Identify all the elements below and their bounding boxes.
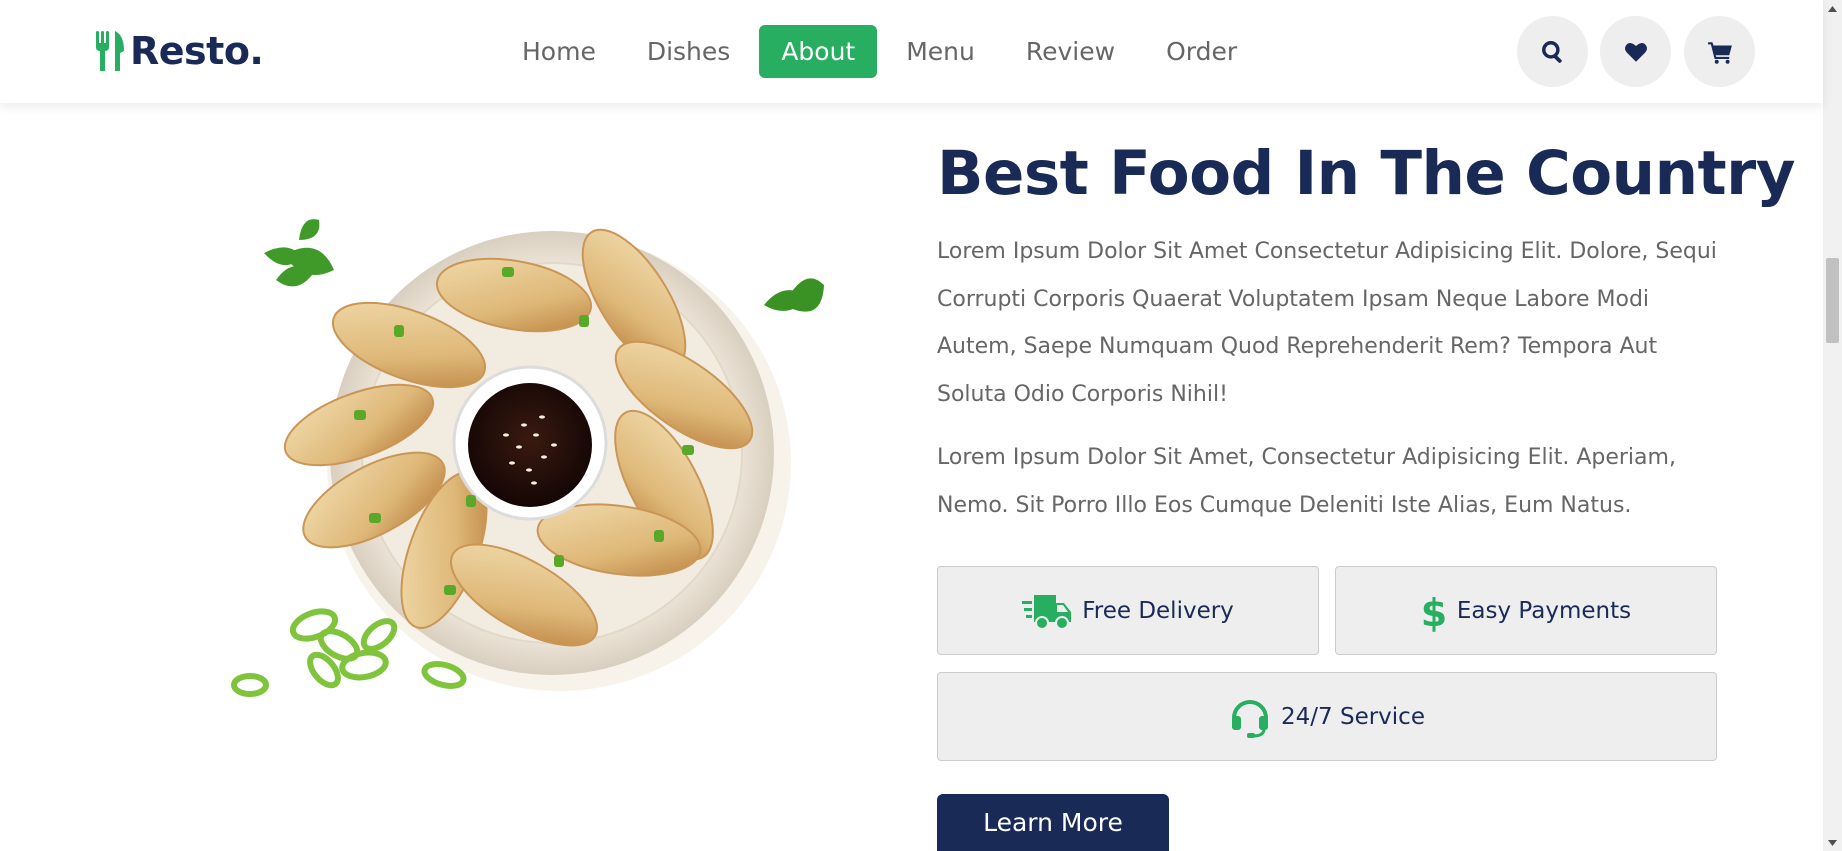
- scroll-down-arrow-icon[interactable]: [1823, 834, 1842, 851]
- dumplings-plate-image: [231, 219, 824, 697]
- feature-24-7-service: 24/7 Service: [937, 672, 1717, 761]
- about-paragraph-1: Lorem Ipsum Dolor Sit Amet Consectetur A…: [937, 239, 1717, 407]
- nav-review[interactable]: Review: [1004, 25, 1137, 78]
- svg-text:$: $: [1421, 591, 1447, 632]
- logo[interactable]: Resto.: [94, 26, 264, 76]
- headset-icon: [1232, 699, 1269, 738]
- cart-icon: [1707, 41, 1732, 64]
- feature-easy-payments: $ Easy Payments: [1335, 566, 1717, 655]
- dollar-icon: $: [1421, 591, 1447, 632]
- utensils-icon: [96, 31, 124, 71]
- nav-home[interactable]: Home: [500, 25, 618, 78]
- feature-label: 24/7 Service: [1281, 703, 1425, 730]
- about-paragraph-2: Lorem Ipsum Dolor Sit Amet, Consectetur …: [937, 445, 1676, 518]
- search-button[interactable]: [1517, 16, 1588, 87]
- cart-button[interactable]: [1684, 16, 1755, 87]
- nav-dishes[interactable]: Dishes: [625, 25, 752, 78]
- favorites-button[interactable]: [1600, 16, 1671, 87]
- about-content: Best Food In The Country Lorem Ipsum Dol…: [937, 130, 1796, 529]
- learn-more-button[interactable]: Learn More: [937, 794, 1169, 851]
- feature-label: Free Delivery: [1082, 597, 1234, 624]
- site-header: Resto. Home Dishes About Menu Review Ord…: [0, 0, 1823, 103]
- main-nav: Home Dishes About Menu Review Order: [500, 25, 1266, 78]
- nav-about[interactable]: About: [759, 25, 878, 78]
- scroll-up-arrow-icon[interactable]: [1823, 0, 1842, 17]
- truck-icon: [1022, 594, 1072, 630]
- nav-order[interactable]: Order: [1144, 25, 1259, 78]
- nav-menu[interactable]: Menu: [884, 25, 997, 78]
- logo-text: Resto.: [130, 29, 264, 73]
- scroll-thumb[interactable]: [1826, 258, 1839, 343]
- heart-icon: [1624, 42, 1647, 62]
- about-title: Best Food In The Country: [937, 138, 1796, 209]
- search-icon: [1541, 40, 1562, 63]
- feature-free-delivery: Free Delivery: [937, 566, 1319, 655]
- page-scrollbar[interactable]: [1823, 0, 1842, 851]
- feature-label: Easy Payments: [1456, 597, 1632, 624]
